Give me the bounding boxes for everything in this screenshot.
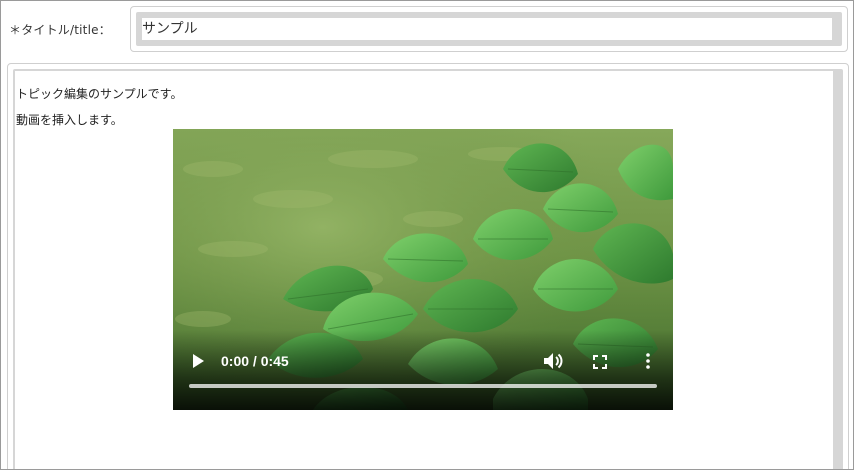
video-time-display: 0:00 / 0:45 — [221, 353, 289, 369]
rich-text-editor-container: トピック編集のサンプルです。 動画を挿入します。 0:00 / 0:45 — [7, 63, 849, 469]
volume-icon[interactable] — [543, 352, 563, 370]
topic-edit-form: ＊タイトル/title： トピック編集のサンプルです。 動画を挿入します。 — [0, 0, 854, 470]
title-input[interactable] — [142, 18, 832, 40]
video-progress-bar[interactable] — [189, 384, 657, 388]
embedded-video-player[interactable]: 0:00 / 0:45 — [173, 129, 673, 410]
title-input-container — [130, 6, 848, 52]
fullscreen-icon[interactable] — [593, 354, 607, 369]
video-controls-shade — [173, 330, 673, 410]
title-label: ＊タイトル/title： — [9, 23, 111, 37]
play-icon[interactable] — [191, 353, 205, 369]
editor-paragraph: 動画を挿入します。 — [16, 113, 123, 127]
rich-text-editor-body[interactable]: トピック編集のサンプルです。 動画を挿入します。 0:00 / 0:45 — [15, 71, 833, 469]
more-vertical-icon[interactable] — [645, 353, 651, 369]
editor-paragraph: トピック編集のサンプルです。 — [16, 87, 183, 101]
title-input-frame — [136, 12, 842, 46]
